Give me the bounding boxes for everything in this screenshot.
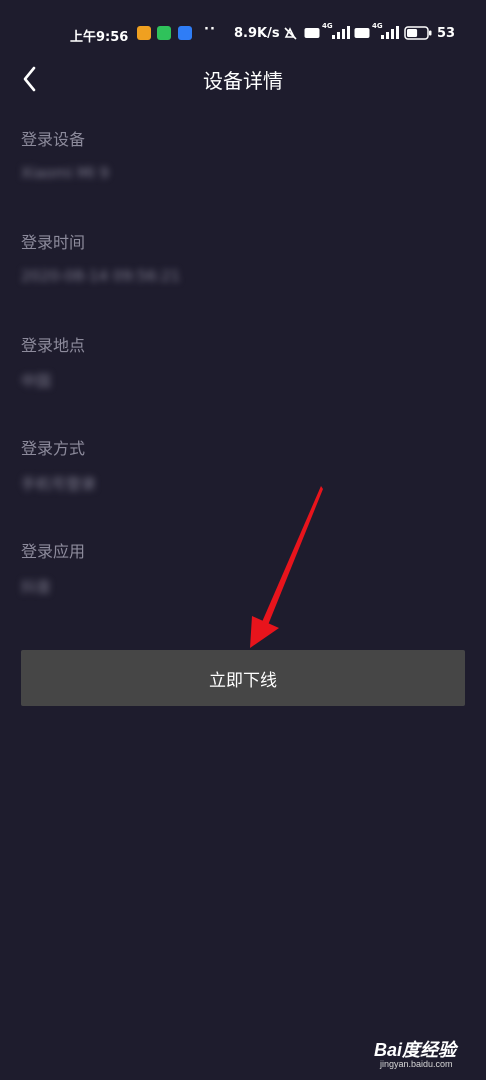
field-label: 登录设备 bbox=[21, 130, 86, 149]
status-time: 上午9:56 bbox=[70, 30, 129, 45]
field-location: 登录地点 中国 bbox=[21, 332, 461, 390]
notification-app-icon-1 bbox=[137, 26, 151, 40]
watermark-url: jingyan.baidu.com bbox=[380, 1059, 453, 1069]
battery-percent: 53 bbox=[437, 26, 456, 41]
field-device: 登录设备 Xiaomi MI 9 bbox=[21, 126, 461, 184]
logout-now-button[interactable]: 立即下线 bbox=[21, 650, 465, 706]
page-title: 设备详情 bbox=[203, 69, 283, 93]
field-value-blurred: 中国 bbox=[21, 372, 52, 390]
field-app: 登录应用 抖音 bbox=[21, 538, 461, 596]
baidu-jingyan-watermark: Bai度经验 jingyan.baidu.com bbox=[372, 1032, 482, 1072]
field-value-blurred: 2020-08-14 09:56:21 bbox=[21, 267, 181, 285]
signal-icon-2 bbox=[381, 26, 399, 39]
hd-icon-2 bbox=[354, 28, 370, 38]
signal-icon bbox=[332, 26, 350, 39]
field-method: 登录方式 手机号登录 bbox=[21, 435, 461, 493]
field-label: 登录地点 bbox=[21, 336, 86, 355]
field-value-blurred: 手机号登录 bbox=[21, 475, 97, 493]
notification-overflow-dots: ·· bbox=[204, 22, 216, 37]
field-time: 登录时间 2020-08-14 09:56:21 bbox=[21, 229, 461, 287]
notification-wechat-icon bbox=[157, 26, 171, 40]
field-label: 登录应用 bbox=[21, 542, 86, 561]
alarm-off-icon bbox=[284, 27, 297, 40]
notification-app-icon-3 bbox=[178, 26, 192, 40]
battery-icon bbox=[404, 26, 432, 40]
field-label: 登录方式 bbox=[21, 439, 86, 458]
field-label: 登录时间 bbox=[21, 233, 86, 252]
field-value-blurred: 抖音 bbox=[21, 578, 52, 596]
hd-icon bbox=[304, 28, 320, 38]
field-value-blurred: Xiaomi MI 9 bbox=[21, 164, 110, 182]
nav-bar: 设备详情 bbox=[0, 56, 486, 100]
network-speed: 8.9K/s bbox=[234, 26, 280, 41]
